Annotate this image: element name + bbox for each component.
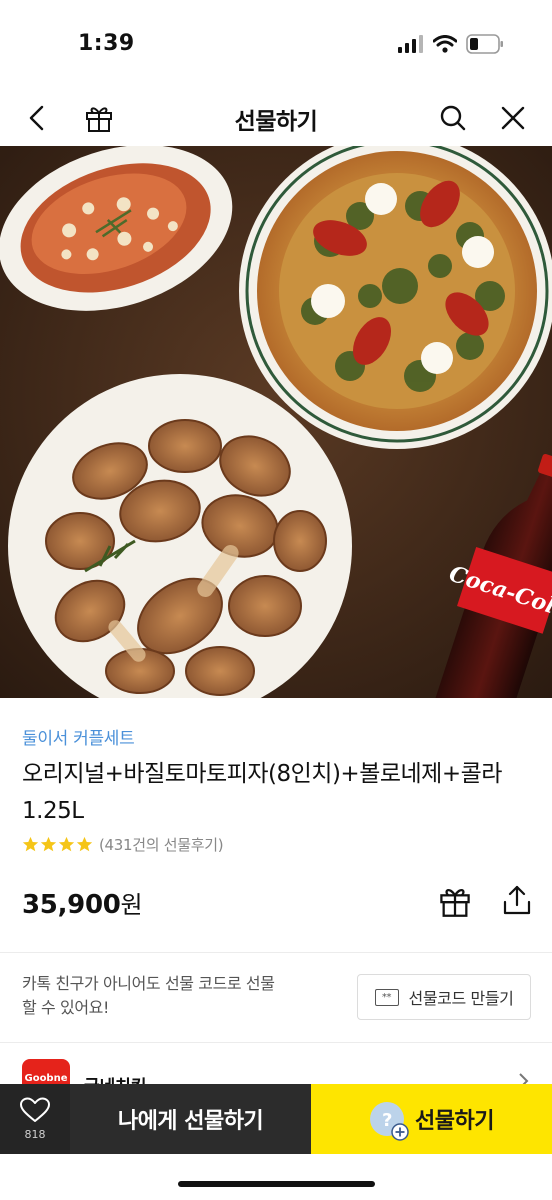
bottom-action-bar: 818 나에게 선물하기 ? 선물하기	[0, 1084, 552, 1154]
search-button[interactable]	[433, 98, 473, 138]
star-icon	[22, 836, 39, 852]
gift-code-description: 카톡 친구가 아니어도 선물 코드로 선물 할 수 있어요!	[22, 974, 275, 1017]
price-actions	[438, 884, 532, 922]
gift-to-me-label: 나에게 선물하기	[117, 1109, 264, 1134]
product-title: 오리지널+바질토마토피자(8인치)+볼로네제+콜라1.25L	[22, 761, 502, 824]
rating-stars	[22, 836, 93, 853]
gift-wrap-button[interactable]	[438, 884, 472, 922]
friend-avatar-icon: ?	[369, 1101, 409, 1141]
status-time: 1:39	[78, 31, 135, 56]
price-number: 35,900	[22, 890, 121, 920]
status-bar: 1:39	[0, 0, 552, 90]
gift-label: 선물하기	[415, 1109, 494, 1134]
divider	[0, 1042, 552, 1043]
nav-bar: 선물하기	[0, 90, 552, 146]
heart-icon	[20, 1097, 50, 1122]
gift-button[interactable]: ? 선물하기	[311, 1084, 552, 1154]
gift-code-icon: **	[374, 988, 399, 1006]
home-indicator	[178, 1181, 375, 1187]
wish-count: 818	[24, 1128, 46, 1141]
create-gift-code-button[interactable]: ** 선물코드 만들기	[357, 974, 531, 1020]
price: 35,900원	[22, 885, 143, 920]
star-icon	[58, 836, 75, 852]
battery-icon	[466, 34, 504, 58]
star-icon	[76, 836, 93, 852]
brand-line[interactable]: 둘이서 커플세트	[22, 724, 135, 749]
wifi-icon	[432, 35, 458, 57]
star-icon	[40, 836, 57, 852]
share-icon	[503, 885, 531, 915]
divider	[0, 952, 552, 953]
create-gift-code-label: 선물코드 만들기	[408, 989, 514, 1008]
gift-icon	[440, 889, 470, 917]
gift-to-me-button[interactable]: 나에게 선물하기	[70, 1084, 311, 1154]
signal-icon	[398, 35, 424, 57]
price-unit: 원	[120, 891, 143, 919]
close-icon	[501, 106, 525, 130]
status-icons	[398, 34, 504, 58]
search-icon	[440, 105, 466, 131]
share-button[interactable]	[502, 884, 532, 922]
product-image: Coca-Cola	[0, 146, 552, 698]
close-button[interactable]	[493, 98, 533, 138]
review-count[interactable]: (431건의 선물후기)	[99, 834, 224, 855]
wish-button[interactable]: 818	[0, 1084, 70, 1154]
rating[interactable]: (431건의 선물후기)	[22, 834, 224, 855]
brand-logo-text: Goobne	[24, 1073, 68, 1084]
svg-text:?: ?	[382, 1110, 392, 1131]
gift-code-icon-text: **	[381, 991, 392, 1003]
